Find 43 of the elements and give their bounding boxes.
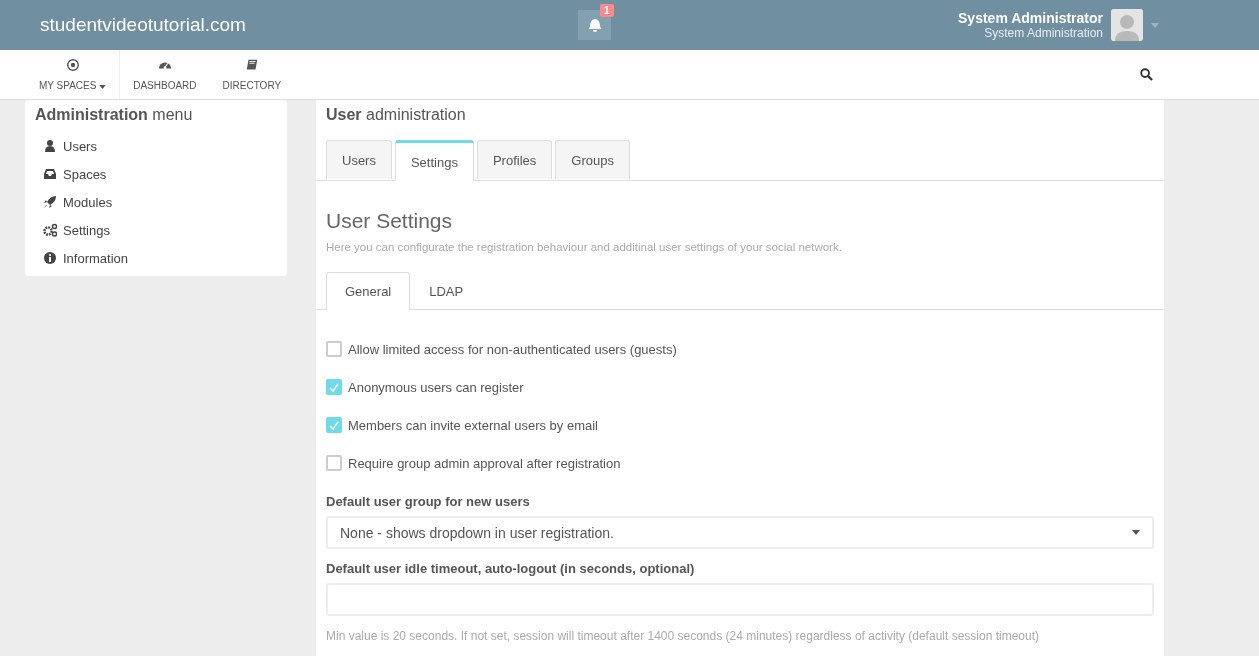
nav-item[interactable]: MY SPACES xyxy=(26,50,121,99)
panel-title: User administration xyxy=(325,105,467,125)
search-icon[interactable] xyxy=(1140,68,1153,81)
section-description: Here you can configurate the registration behaviour and additinal user settings of your social network. xyxy=(326,241,843,253)
tab[interactable]: Profiles xyxy=(476,140,553,179)
tab[interactable]: Settings xyxy=(394,140,474,181)
menu-item-icon xyxy=(43,223,57,237)
menu-title: Administration menu xyxy=(34,105,194,125)
checkbox-label[interactable]: Allow limited access for non-authenticated users (guests) xyxy=(348,341,677,357)
avatar-icon[interactable] xyxy=(1111,9,1143,41)
checkbox-label[interactable]: Anonymous users can register xyxy=(348,379,524,395)
checkbox[interactable] xyxy=(326,379,342,395)
notification-count: 1 xyxy=(600,4,614,17)
menu-item[interactable]: Settings xyxy=(25,216,287,244)
tab[interactable]: Groups xyxy=(555,140,630,179)
caret-icon xyxy=(1132,530,1140,535)
nav-item[interactable]: DASHBOARD xyxy=(120,50,210,99)
bell-icon xyxy=(587,17,602,33)
caret-icon[interactable] xyxy=(1151,22,1159,28)
menu-item[interactable]: Information xyxy=(25,244,287,272)
field-hint: Min value is 20 seconds. If not set, session will timeout after 1400 seconds (24 minutes) regardless of activity (default session timeout) xyxy=(326,629,1040,643)
field-label: Default user group for new users xyxy=(326,494,531,509)
group-dropdown[interactable]: None - shows dropdown in user registration. xyxy=(326,516,1154,549)
checkbox[interactable] xyxy=(326,417,342,433)
menu-item[interactable]: Spaces xyxy=(25,160,287,188)
tab[interactable]: General xyxy=(326,272,411,310)
menu-item-icon xyxy=(43,139,57,153)
user-role: System Administration xyxy=(983,26,1103,40)
menu-item[interactable]: Users xyxy=(25,132,287,160)
checkbox[interactable] xyxy=(326,455,342,471)
section-heading: User Settings xyxy=(326,209,454,233)
checkbox[interactable] xyxy=(326,341,342,357)
menu-item-icon xyxy=(43,251,57,265)
menu-item-icon xyxy=(43,167,57,181)
menu-item[interactable]: Modules xyxy=(25,188,287,216)
checkbox-label[interactable]: Members can invite external users by email xyxy=(348,417,598,433)
tab[interactable]: Users xyxy=(326,140,392,179)
checkbox-label[interactable]: Require group admin approval after registration xyxy=(348,455,621,471)
field-label: Default user idle timeout, auto-logout (in seconds, optional) xyxy=(326,561,696,576)
tab[interactable]: LDAP xyxy=(410,272,483,310)
nav-icon xyxy=(64,58,81,72)
menu-item-icon xyxy=(43,195,57,209)
nav-item[interactable]: DIRECTORY xyxy=(209,50,295,99)
